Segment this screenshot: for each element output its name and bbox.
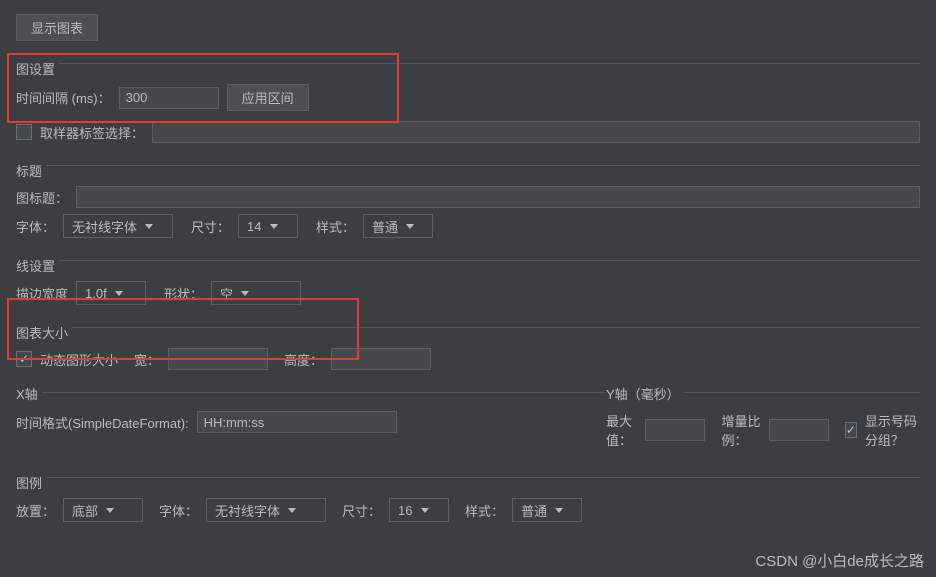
stroke-width-select[interactable]: 1.0f — [76, 281, 146, 305]
height-label: 高度： — [284, 350, 323, 369]
chart-size-section: 图表大小 动态图形大小 宽： 高度： — [16, 319, 920, 370]
legend-size-select[interactable]: 16 — [389, 498, 449, 522]
width-label: 宽： — [134, 350, 160, 369]
show-group-checkbox[interactable] — [845, 422, 857, 438]
chevron-down-icon — [406, 224, 414, 229]
interval-input[interactable] — [119, 87, 219, 109]
chevron-down-icon — [555, 508, 563, 513]
increment-label: 增量比例： — [721, 411, 760, 449]
graph-settings-legend: 图设置 — [16, 62, 59, 77]
x-axis-legend: X轴 — [16, 387, 42, 402]
legend-font-select[interactable]: 无衬线字体 — [206, 498, 326, 522]
stroke-width-value: 1.0f — [85, 286, 107, 301]
placement-select[interactable]: 底部 — [63, 498, 143, 522]
title-legend: 标题 — [16, 164, 46, 179]
time-format-label: 时间格式(SimpleDateFormat): — [16, 413, 189, 432]
y-axis-legend: Y轴（毫秒） — [606, 387, 684, 402]
title-style-select[interactable]: 普通 — [363, 214, 433, 238]
interval-label: 时间间隔 (ms)： — [16, 88, 111, 107]
title-size-label: 尺寸： — [191, 217, 230, 236]
chevron-down-icon — [241, 291, 249, 296]
shape-select[interactable]: 空 — [211, 281, 301, 305]
legend-legend: 图例 — [16, 476, 46, 491]
chevron-down-icon — [421, 508, 429, 513]
width-input[interactable] — [168, 348, 268, 370]
placement-label: 放置： — [16, 501, 55, 520]
sampler-input[interactable] — [152, 121, 920, 143]
title-size-select[interactable]: 14 — [238, 214, 298, 238]
chevron-down-icon — [270, 224, 278, 229]
legend-style-label: 样式： — [465, 501, 504, 520]
line-section: 线设置 描边宽度 1.0f 形状： 空 — [16, 252, 920, 305]
chevron-down-icon — [288, 508, 296, 513]
sampler-label: 取样器标签选择： — [40, 123, 144, 142]
chart-title-label: 图标题： — [16, 188, 68, 207]
title-style-label: 样式： — [316, 217, 355, 236]
chevron-down-icon — [115, 291, 123, 296]
shape-value: 空 — [220, 284, 233, 303]
dynamic-size-checkbox[interactable] — [16, 351, 32, 367]
show-group-label: 显示号码分组？ — [865, 411, 920, 449]
legend-size-label: 尺寸： — [342, 501, 381, 520]
sampler-checkbox[interactable] — [16, 124, 32, 140]
time-format-input[interactable] — [197, 411, 397, 433]
title-style-value: 普通 — [372, 217, 398, 236]
chevron-down-icon — [106, 508, 114, 513]
legend-section: 图例 放置： 底部 字体： 无衬线字体 尺寸： 16 样式： 普通 — [16, 469, 920, 522]
max-value-input[interactable] — [645, 419, 705, 441]
legend-font-value: 无衬线字体 — [215, 501, 280, 520]
y-axis-section: Y轴（毫秒） 最大值： 增量比例： 显示号码分组？ — [606, 384, 920, 455]
legend-font-label: 字体： — [159, 501, 198, 520]
stroke-width-label: 描边宽度 — [16, 284, 68, 303]
x-axis-section: X轴 时间格式(SimpleDateFormat): — [16, 384, 606, 455]
title-font-label: 字体： — [16, 217, 55, 236]
title-font-select[interactable]: 无衬线字体 — [63, 214, 173, 238]
height-input[interactable] — [331, 348, 431, 370]
title-section: 标题 图标题： 字体： 无衬线字体 尺寸： 14 样式： 普通 — [16, 157, 920, 238]
line-legend: 线设置 — [16, 259, 59, 274]
chart-title-input[interactable] — [76, 186, 920, 208]
increment-input[interactable] — [769, 419, 829, 441]
title-size-value: 14 — [247, 219, 261, 234]
legend-size-value: 16 — [398, 503, 412, 518]
title-font-value: 无衬线字体 — [72, 217, 137, 236]
watermark: CSDN @小白de成长之路 — [755, 550, 924, 571]
apply-interval-button[interactable]: 应用区间 — [227, 84, 309, 111]
dynamic-size-label: 动态图形大小 — [40, 350, 118, 369]
graph-settings-section: 图设置 时间间隔 (ms)： 应用区间 — [16, 55, 920, 111]
show-chart-button[interactable]: 显示图表 — [16, 14, 98, 41]
legend-style-select[interactable]: 普通 — [512, 498, 582, 522]
placement-value: 底部 — [72, 501, 98, 520]
shape-label: 形状： — [164, 284, 203, 303]
chevron-down-icon — [145, 224, 153, 229]
legend-style-value: 普通 — [521, 501, 547, 520]
chart-size-legend: 图表大小 — [16, 326, 72, 341]
max-value-label: 最大值： — [606, 411, 637, 449]
